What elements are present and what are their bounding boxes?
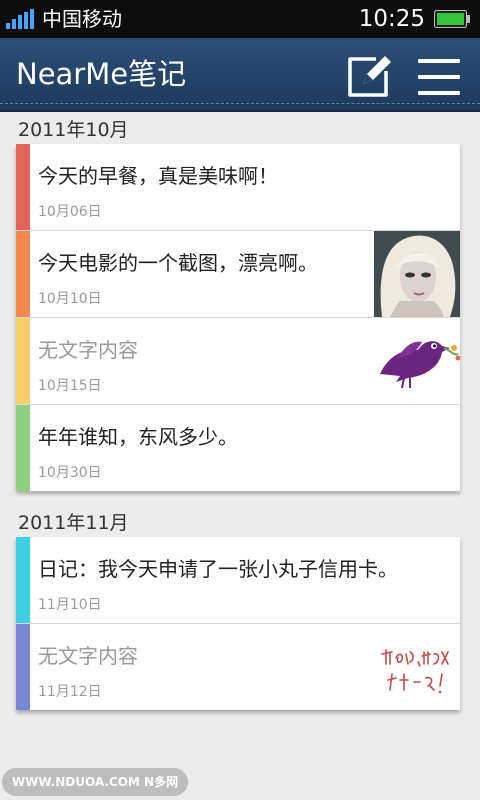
- month-header-november: 2011年11月: [18, 512, 129, 534]
- watermark: WWW.NDUOA.COM N多网: [2, 768, 188, 796]
- note-item[interactable]: 今天电影的一个截图，漂亮啊。 10月10日: [16, 231, 460, 318]
- note-title: 今天电影的一个截图，漂亮啊。: [38, 251, 318, 275]
- note-date: 10月30日: [38, 465, 102, 481]
- note-color-stripe: [16, 144, 30, 230]
- note-title: 今天的早餐，真是美味啊！: [38, 164, 278, 188]
- note-date: 10月06日: [38, 204, 102, 220]
- portrait-thumbnail: [374, 231, 460, 317]
- note-item[interactable]: 今天的早餐，真是美味啊！ 10月06日: [16, 144, 460, 231]
- note-item[interactable]: 日记：我今天申请了一张小丸子信用卡。 11月10日: [16, 537, 460, 624]
- carrier-name: 中国移动: [42, 7, 122, 31]
- bird-drawing-thumbnail: [374, 318, 460, 404]
- note-title: 年年谁知，东风多少。: [38, 425, 238, 449]
- note-date: 10月15日: [38, 378, 102, 394]
- note-group-november: 日记：我今天申请了一张小丸子信用卡。 11月10日 无文字内容 11月12日: [16, 537, 460, 710]
- note-color-stripe: [16, 537, 30, 623]
- app-title-bar: NearMe笔记: [0, 38, 480, 112]
- note-item[interactable]: 无文字内容 10月15日: [16, 318, 460, 405]
- note-title: 无文字内容: [38, 644, 138, 668]
- note-date: 11月12日: [38, 684, 102, 700]
- handwriting-thumbnail: [374, 624, 460, 710]
- note-color-stripe: [16, 405, 30, 491]
- note-date: 10月10日: [38, 291, 102, 307]
- note-color-stripe: [16, 231, 30, 317]
- clock: 10:25: [358, 6, 425, 32]
- signal-bars-icon: [6, 9, 34, 29]
- note-color-stripe: [16, 318, 30, 404]
- month-header-october: 2011年10月: [18, 119, 129, 141]
- battery-full-icon: [434, 10, 470, 28]
- note-item[interactable]: 无文字内容 11月12日: [16, 624, 460, 710]
- app-title: NearMe笔记: [16, 57, 187, 91]
- note-group-october: 今天的早餐，真是美味啊！ 10月06日 今天电影的一个截图，漂亮啊。 10月10…: [16, 144, 460, 491]
- note-title: 日记：我今天申请了一张小丸子信用卡。: [38, 557, 398, 581]
- menu-icon[interactable]: [415, 55, 463, 99]
- status-bar: 中国移动 10:25: [0, 0, 480, 38]
- note-title: 无文字内容: [38, 338, 138, 362]
- note-color-stripe: [16, 624, 30, 710]
- note-date: 11月10日: [38, 597, 102, 613]
- note-item[interactable]: 年年谁知，东风多少。 10月30日: [16, 405, 460, 491]
- compose-note-icon[interactable]: [346, 53, 394, 99]
